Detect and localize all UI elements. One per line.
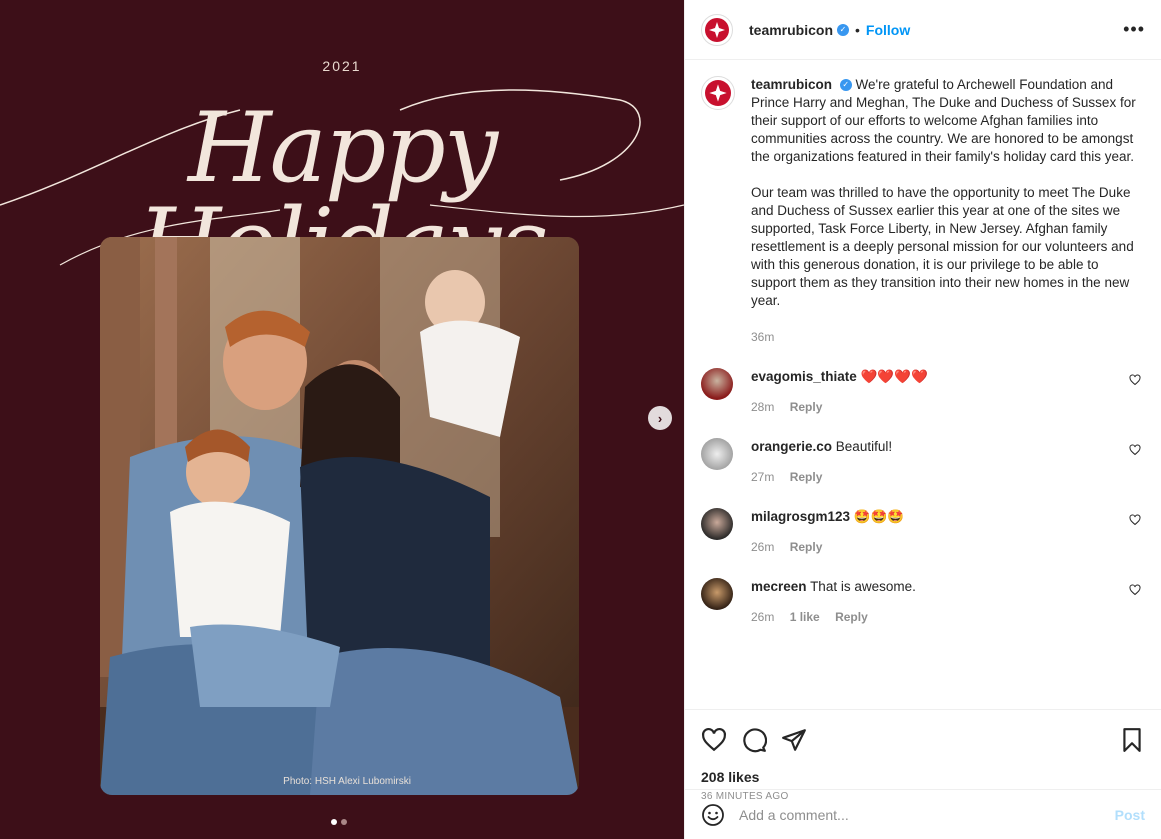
header-username[interactable]: teamrubicon — [749, 22, 833, 38]
caption-text-2: Our team was thrilled to have the opport… — [751, 185, 1134, 308]
post-sidebar: teamrubicon ✓ • Follow ••• teamrubicon ✓ — [684, 0, 1161, 839]
comment-time: 28m — [751, 400, 775, 414]
verified-icon: ✓ — [839, 79, 852, 92]
comment-meta: 26m Reply — [751, 538, 904, 556]
photo-credit: Photo: HSH Alexi Lubomirski — [283, 776, 411, 787]
carousel-dot-active — [331, 819, 337, 825]
heart-icon[interactable] — [1129, 514, 1141, 526]
action-bar — [685, 709, 1161, 769]
separator: • — [855, 21, 860, 38]
add-comment-bar: Post — [685, 789, 1161, 839]
reply-button[interactable]: Reply — [790, 400, 823, 414]
caption-paragraph: teamrubicon ✓ We're grateful to Archewel… — [751, 76, 1145, 166]
post-button[interactable]: Post — [1115, 807, 1145, 823]
comment-input[interactable] — [739, 806, 1115, 823]
comment-username[interactable]: milagrosgm123 — [751, 509, 850, 524]
comment-time: 26m — [751, 610, 775, 624]
avatar[interactable] — [701, 438, 733, 470]
bookmark-icon[interactable] — [1119, 727, 1145, 753]
comment-item: orangerie.co Beautiful! 27m Reply — [701, 438, 1145, 486]
avatar[interactable] — [701, 76, 735, 110]
post-header: teamrubicon ✓ • Follow ••• — [685, 0, 1161, 60]
more-options-icon[interactable]: ••• — [1123, 19, 1145, 40]
verified-icon: ✓ — [837, 23, 850, 36]
reply-button[interactable]: Reply — [790, 540, 823, 554]
comment-item: milagrosgm123 🤩🤩🤩 26m Reply — [701, 508, 1145, 556]
heart-icon[interactable] — [1129, 584, 1141, 596]
reply-button[interactable]: Reply — [790, 470, 823, 484]
carousel-dots — [331, 819, 347, 825]
comment-item: mecreen That is awesome. 26m 1 like Repl… — [701, 578, 1145, 626]
carousel-dot — [341, 819, 347, 825]
comment-meta: 27m Reply — [751, 468, 892, 486]
comment-item: evagomis_thiate ❤️❤️❤️❤️ 28m Reply — [701, 368, 1145, 416]
post-media[interactable]: 2021 Happy Holidays — [0, 0, 684, 839]
avatar[interactable] — [701, 578, 733, 610]
comment-text: That is awesome. — [810, 579, 916, 594]
likes-count[interactable]: 208 likes — [685, 769, 1161, 785]
share-icon[interactable] — [781, 727, 807, 753]
comment-meta: 26m 1 like Reply — [751, 608, 916, 626]
comment-time: 26m — [751, 540, 775, 554]
heart-icon[interactable] — [1129, 444, 1141, 456]
heart-icon[interactable] — [1129, 374, 1141, 386]
avatar[interactable] — [701, 13, 733, 46]
team-rubicon-logo-icon — [705, 17, 729, 42]
comment-username[interactable]: evagomis_thiate — [751, 369, 857, 384]
emoji-icon[interactable] — [701, 803, 725, 827]
avatar[interactable] — [701, 368, 733, 400]
like-heart-icon[interactable] — [701, 727, 727, 753]
comments-section[interactable]: teamrubicon ✓ We're grateful to Archewel… — [685, 60, 1161, 709]
comment-username[interactable]: orangerie.co — [751, 439, 832, 454]
caption-time: 36m — [751, 330, 775, 344]
comment-meta: 28m Reply — [751, 398, 928, 416]
comment-text: Beautiful! — [835, 439, 893, 454]
comment-text: ❤️❤️❤️❤️ — [860, 369, 928, 384]
post-viewer: 2021 Happy Holidays — [0, 0, 1161, 839]
team-rubicon-logo-icon — [705, 80, 731, 106]
comment-time: 27m — [751, 470, 775, 484]
comment-username[interactable]: mecreen — [751, 579, 807, 594]
chevron-right-icon[interactable]: › — [648, 406, 672, 430]
caption-username[interactable]: teamrubicon — [751, 77, 832, 92]
caption-body: teamrubicon ✓ We're grateful to Archewel… — [751, 76, 1145, 346]
comment-likes[interactable]: 1 like — [790, 610, 820, 624]
reply-button[interactable]: Reply — [835, 610, 868, 624]
caption: teamrubicon ✓ We're grateful to Archewel… — [701, 76, 1145, 346]
follow-button[interactable]: Follow — [866, 22, 910, 38]
family-photo: Photo: HSH Alexi Lubomirski — [100, 237, 579, 795]
comment-text: 🤩🤩🤩 — [853, 509, 905, 524]
comment-icon[interactable] — [741, 727, 767, 753]
avatar[interactable] — [701, 508, 733, 540]
